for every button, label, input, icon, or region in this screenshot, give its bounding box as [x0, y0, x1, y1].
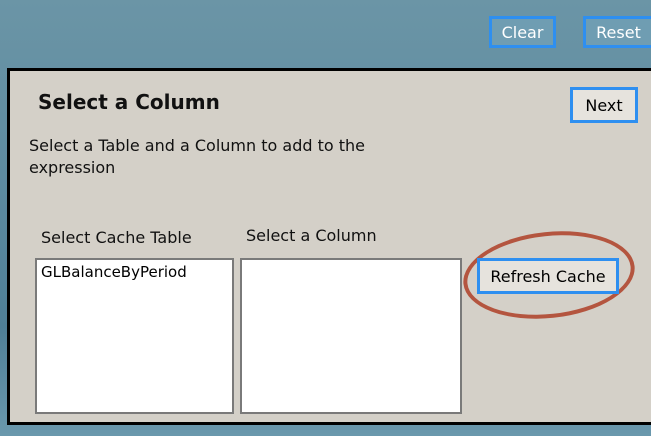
cache-table-listbox[interactable]: GLBalanceByPeriod	[35, 258, 234, 414]
refresh-cache-button[interactable]: Refresh Cache	[477, 258, 619, 294]
column-listbox[interactable]	[240, 258, 462, 414]
dialog-title: Select a Column	[38, 90, 220, 114]
cache-table-label: Select Cache Table	[41, 228, 192, 247]
next-button[interactable]: Next	[570, 87, 638, 123]
reset-button[interactable]: Reset	[583, 16, 651, 48]
clear-button[interactable]: Clear	[489, 16, 556, 48]
list-item[interactable]: GLBalanceByPeriod	[37, 260, 232, 284]
select-column-dialog: Select a Column Next Select a Table and …	[7, 68, 651, 425]
instructions-text: Select a Table and a Column to add to th…	[29, 136, 365, 177]
column-label: Select a Column	[246, 226, 377, 245]
